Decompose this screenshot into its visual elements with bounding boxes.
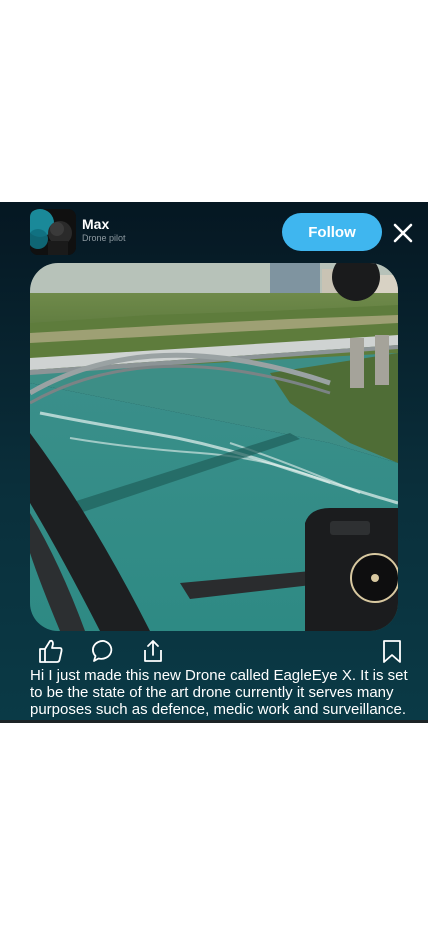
close-button[interactable] (392, 222, 414, 244)
post-card: Max Drone pilot Follow Hi I just made th… (0, 202, 428, 723)
post-image (30, 263, 398, 631)
close-icon (393, 223, 413, 243)
divider (0, 720, 428, 723)
like-button[interactable] (38, 638, 64, 664)
comment-button[interactable] (91, 638, 117, 664)
bookmark-icon (383, 640, 401, 663)
post-photo[interactable] (30, 263, 398, 631)
avatar-image (30, 209, 76, 255)
thumbs-up-icon (39, 639, 63, 663)
follow-button[interactable]: Follow (282, 213, 382, 251)
share-icon (144, 640, 162, 662)
avatar[interactable] (30, 209, 76, 255)
comment-icon (92, 640, 113, 662)
post-caption: Hi I just made this new Drone called Eag… (30, 667, 408, 718)
save-button[interactable] (379, 638, 405, 664)
user-role: Drone pilot (82, 233, 126, 243)
user-name[interactable]: Max (82, 216, 109, 232)
share-button[interactable] (140, 638, 166, 664)
